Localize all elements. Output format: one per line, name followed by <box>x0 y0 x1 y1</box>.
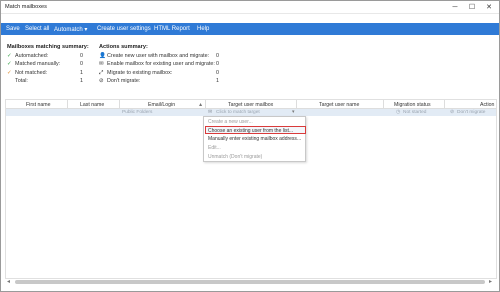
column-first-name[interactable]: First name <box>26 102 51 108</box>
menu-item-edit[interactable]: Edit... <box>208 145 221 151</box>
column-separator <box>296 100 297 109</box>
html-report-button[interactable]: HTML Report <box>154 26 190 32</box>
horizontal-scrollbar[interactable] <box>15 280 485 284</box>
column-migration-status[interactable]: Migration status <box>394 102 431 108</box>
sort-up-icon[interactable]: ▲ <box>198 102 203 108</box>
grid-header: First name Last name Email/Login ▲ Targe… <box>6 100 496 109</box>
block-icon: ⊘ <box>450 110 455 115</box>
user-add-icon: 👤 <box>99 53 106 59</box>
summary-value: 1 <box>80 78 83 85</box>
save-button[interactable]: Save <box>6 26 20 32</box>
action-label: Migrate to existing mailbox: <box>107 69 173 76</box>
column-separator <box>444 100 445 109</box>
column-separator <box>119 100 120 109</box>
select-all-button[interactable]: Select all <box>25 26 49 32</box>
action-value: 0 <box>216 69 219 76</box>
match-context-menu: Create a new user... Choose an existing … <box>203 116 306 162</box>
row-target-mailbox[interactable]: Click to match target <box>216 110 260 115</box>
menu-item-create-user[interactable]: Create a new user... <box>208 119 253 125</box>
summary-value: 0 <box>80 61 83 68</box>
menu-item-manual-address[interactable]: Manually enter existing mailbox address.… <box>208 136 301 142</box>
summary-row-matched-manually: ✓ Matched manually: 0 <box>7 61 87 69</box>
help-button[interactable]: Help <box>197 26 209 32</box>
action-row-enable-mailbox: ✉ Enable mailbox for existing user and m… <box>99 61 229 69</box>
actions-summary: Actions summary: 👤 Create new user with … <box>99 44 229 87</box>
column-separator <box>383 100 384 109</box>
mailbox-icon: ✉ <box>208 110 213 115</box>
column-separator <box>205 100 206 109</box>
title-bar: Match mailboxes ─ ☐ ✕ <box>1 1 499 14</box>
toolbar: Save Select all Automatch ▾ Create user … <box>1 23 499 35</box>
action-label: Create new user with mailbox and migrate… <box>107 53 210 59</box>
window-title: Match mailboxes <box>5 4 47 10</box>
summary-label: Total: <box>15 78 28 85</box>
row-status: Not started <box>403 110 427 115</box>
mailbox-icon: ✉ <box>99 61 104 68</box>
automatch-button[interactable]: Automatch ▾ <box>54 26 87 33</box>
summary-label: Automatched: <box>15 53 49 59</box>
check-icon: ✓ <box>7 53 12 59</box>
column-target-user-mailbox[interactable]: Target user mailbox <box>228 102 273 108</box>
match-mailboxes-window: Match mailboxes ─ ☐ ✕ Save Select all Au… <box>0 0 500 292</box>
action-label: Enable mailbox for existing user and mig… <box>107 61 215 68</box>
column-email-login[interactable]: Email/Login <box>148 102 175 108</box>
actions-summary-title: Actions summary: <box>99 44 148 50</box>
action-label: Don't migrate: <box>107 78 141 85</box>
minimize-icon[interactable]: ─ <box>447 1 463 13</box>
action-row-migrate-existing: ⤢ Migrate to existing mailbox: 0 <box>99 70 229 78</box>
check-icon: ✓ <box>7 69 12 76</box>
action-value: 0 <box>216 61 219 68</box>
summary-row-not-matched: ✓ Not matched: 1 <box>7 70 87 78</box>
action-row-dont-migrate: ⊘ Don't migrate: 1 <box>99 78 229 86</box>
menu-item-choose-existing-user[interactable]: Choose an existing user from the list... <box>208 128 293 134</box>
row-email: Public Folders <box>122 110 153 115</box>
row-action[interactable]: Don't migrate <box>457 110 485 115</box>
close-icon[interactable]: ✕ <box>481 1 497 13</box>
column-last-name[interactable]: Last name <box>80 102 104 108</box>
summary-label: Matched manually: <box>15 61 61 68</box>
create-user-settings-button[interactable]: Create user settings <box>97 26 151 32</box>
table-row[interactable]: Public Folders ✉ Click to match target ▾… <box>6 109 496 116</box>
scroll-left-icon[interactable]: ◂ <box>7 278 10 285</box>
action-value: 0 <box>216 53 219 59</box>
menu-item-unmatch[interactable]: Unmatch (Don't migrate) <box>208 154 262 160</box>
chevron-down-icon[interactable]: ▾ <box>292 110 294 115</box>
block-icon: ⊘ <box>99 78 104 85</box>
column-target-user-name[interactable]: Target user name <box>319 102 359 108</box>
summary-value: 0 <box>80 53 83 59</box>
action-row-create-new: 👤 Create new user with mailbox and migra… <box>99 53 229 61</box>
migrate-arrow-icon: ⤢ <box>99 69 104 76</box>
mailboxes-summary-title: Mailboxes matching summary: <box>7 44 89 50</box>
summary-row-total: Total: 1 <box>7 78 87 86</box>
maximize-icon[interactable]: ☐ <box>464 1 480 13</box>
mailboxes-summary: Mailboxes matching summary: ✓ Automatche… <box>7 44 89 87</box>
action-value: 1 <box>216 78 219 85</box>
column-separator <box>67 100 68 109</box>
check-icon: ✓ <box>7 61 12 68</box>
summary-value: 1 <box>80 69 83 76</box>
summary-label: Not matched: <box>15 69 48 76</box>
clock-icon: ◷ <box>396 110 401 115</box>
summary-row-automatched: ✓ Automatched: 0 <box>7 53 87 61</box>
column-action[interactable]: Action <box>480 102 494 108</box>
scroll-right-icon[interactable]: ▸ <box>489 278 492 285</box>
